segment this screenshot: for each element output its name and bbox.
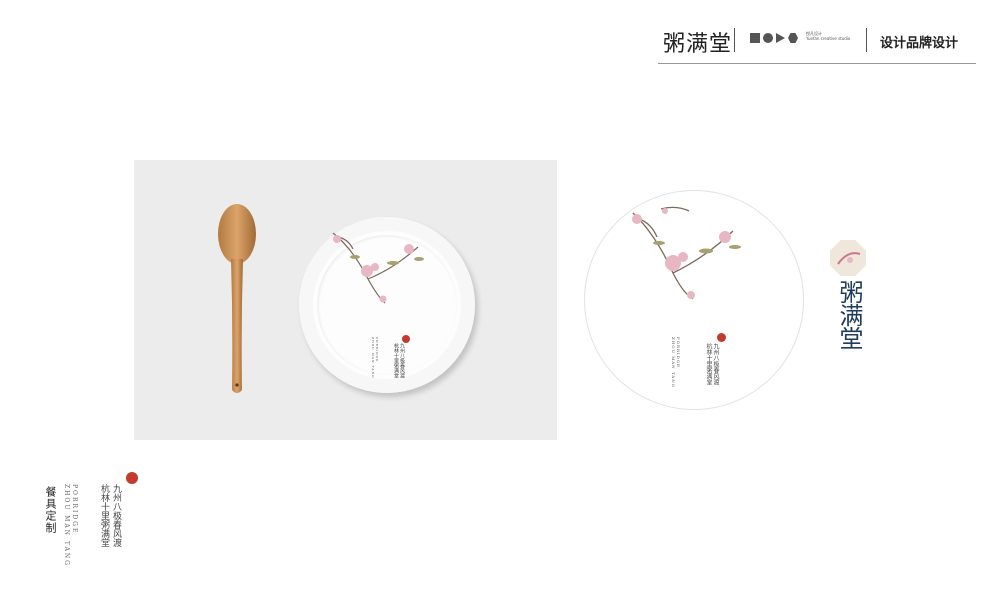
blossom-branch-icon	[332, 232, 424, 304]
english-line: ZHOU MAN TANG	[63, 484, 70, 567]
hexagon-icon	[788, 33, 798, 43]
service-label: 设计品牌设计	[880, 36, 959, 51]
english-line: PORRIDGE	[71, 484, 78, 535]
plate-english: PORRIDGE ZHOU MAN TANG	[371, 337, 379, 378]
red-seal	[717, 333, 726, 342]
wooden-spoon-icon	[218, 204, 256, 393]
studio-name: 悦凡设计 Yuefan creative studio	[806, 31, 850, 41]
tableware-mockup: 九州八极春风渡 杭林十里粥满堂 PORRIDGE ZHOU MAN TANG	[134, 160, 557, 440]
plate-english: PORRIDGE ZHOU MAN TANG	[671, 337, 681, 388]
poem-line: 杭林十里粥满堂	[705, 343, 712, 385]
caption-title: 餐具定制	[44, 486, 57, 534]
brand-logo: 粥满堂	[828, 240, 868, 370]
circle-icon	[763, 33, 773, 43]
caption-english: PORRIDGE ZHOU MAN TANG	[62, 484, 78, 567]
poem-line: 杭林十里粥满堂	[393, 343, 399, 378]
divider	[866, 28, 867, 52]
plate-poem: 九州八极春风渡 杭林十里粥满堂	[393, 343, 405, 378]
caption-poem: 九州八极春风渡 杭林十里粥满堂	[98, 484, 122, 547]
triangle-icon	[776, 33, 785, 43]
studio-logo-shapes	[750, 33, 798, 43]
poem-line: 九州八极春风渡	[111, 484, 121, 547]
brand-logo-text: 粥满堂	[663, 32, 733, 57]
english-line: ZHOU MAN TANG	[371, 337, 375, 379]
red-seal	[126, 472, 138, 484]
english-line: ZHOU MAN TANG	[671, 337, 676, 388]
plate-design: 九州八极春风渡 杭林十里粥满堂 PORRIDGE ZHOU MAN TANG	[584, 190, 804, 410]
studio-name-en: Yuefan creative studio	[806, 36, 851, 41]
octagon-badge-icon	[830, 240, 866, 276]
red-seal	[402, 335, 410, 343]
english-line: PORRIDGE	[676, 337, 681, 368]
poem-line: 杭林十里粥满堂	[99, 484, 109, 547]
header-underline	[658, 63, 976, 64]
poem-line: 九州八极春风渡	[399, 343, 405, 378]
blossom-branch-icon	[632, 206, 741, 300]
square-icon	[750, 33, 760, 43]
divider	[734, 28, 735, 52]
plate-mockup: 九州八极春风渡 杭林十里粥满堂 PORRIDGE ZHOU MAN TANG	[299, 217, 475, 393]
poem-line: 九州八极春风渡	[712, 343, 719, 385]
logo-text: 粥满堂	[835, 280, 863, 349]
header-bar: 粥满堂 悦凡设计 Yuefan creative studio 设计品牌设计	[658, 22, 976, 64]
plate-poem: 九州八极春风渡 杭林十里粥满堂	[705, 343, 719, 385]
english-line: PORRIDGE	[375, 337, 379, 363]
